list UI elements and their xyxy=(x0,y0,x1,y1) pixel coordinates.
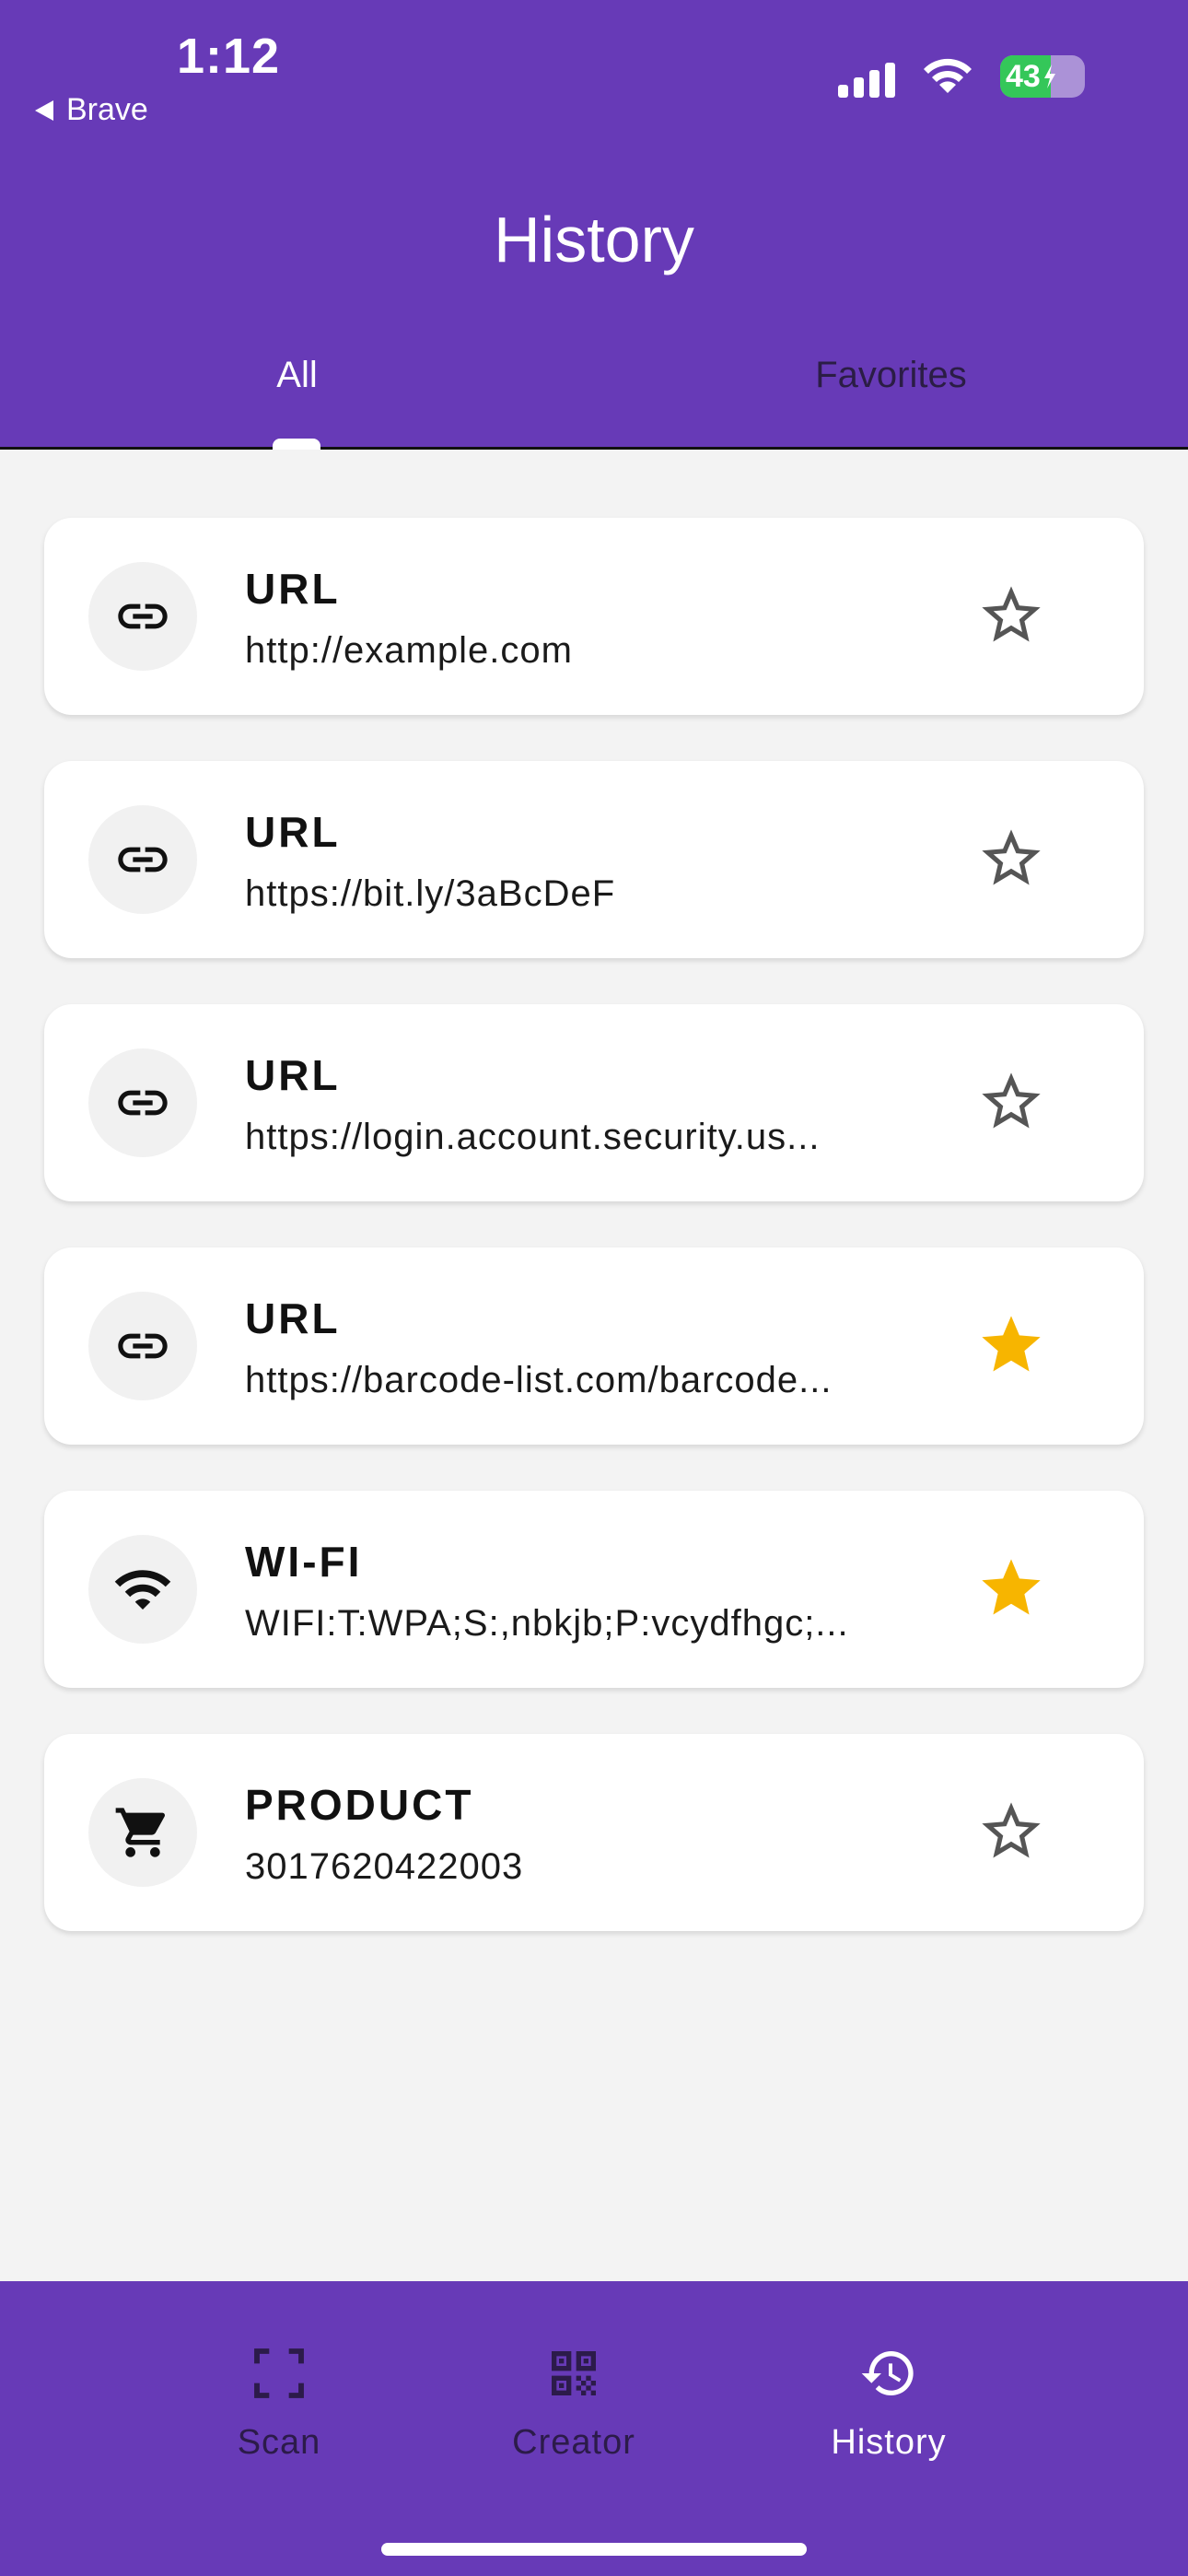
app-header: 1:12 Brave 43 History All Favorites xyxy=(0,0,1188,450)
item-value: https://bit.ly/3aBcDeF xyxy=(245,873,616,914)
bottom-navigation: Scan Creator History xyxy=(0,2281,1188,2576)
qr-code-icon xyxy=(552,2351,596,2395)
history-item[interactable]: URL https://barcode-list.com/barcode... xyxy=(44,1247,1144,1445)
cart-icon xyxy=(88,1778,197,1887)
back-to-app-link[interactable]: Brave xyxy=(35,92,148,128)
link-icon xyxy=(88,805,197,914)
item-value: WIFI:T:WPA;S:,nbkjb;P:vcydfhgc;... xyxy=(245,1603,849,1644)
nav-creator-label: Creator xyxy=(512,2423,635,2462)
scan-icon xyxy=(254,2348,304,2398)
page-title: History xyxy=(494,204,694,275)
item-type: URL xyxy=(245,565,341,613)
charging-bolt-icon xyxy=(1043,64,1055,88)
battery-icon: 43 xyxy=(1000,55,1085,98)
star-outline-icon[interactable] xyxy=(976,1067,1046,1137)
link-icon xyxy=(88,1292,197,1400)
history-item[interactable]: WI-FI WIFI:T:WPA;S:,nbkjb;P:vcydfhgc;... xyxy=(44,1491,1144,1688)
link-icon xyxy=(88,562,197,671)
tab-all[interactable]: All xyxy=(0,355,594,396)
history-list: URL http://example.com URL https://bit.l… xyxy=(44,518,1144,1977)
wifi-icon xyxy=(88,1535,197,1644)
nav-scan[interactable]: Scan xyxy=(169,2281,390,2484)
cellular-signal-icon xyxy=(838,55,895,98)
wifi-status-icon xyxy=(921,56,974,97)
star-filled-icon[interactable] xyxy=(976,1310,1046,1380)
tab-selected-indicator xyxy=(273,439,320,450)
item-value: https://login.account.security.us... xyxy=(245,1117,821,1157)
tab-favorites[interactable]: Favorites xyxy=(594,355,1188,396)
home-indicator xyxy=(381,2543,807,2556)
item-type: PRODUCT xyxy=(245,1781,474,1829)
status-time: 1:12 xyxy=(177,29,281,84)
star-outline-icon[interactable] xyxy=(976,824,1046,894)
history-item[interactable]: URL https://bit.ly/3aBcDeF xyxy=(44,761,1144,958)
link-icon xyxy=(88,1048,197,1157)
battery-level: 43 xyxy=(1006,58,1041,94)
item-value: 3017620422003 xyxy=(245,1846,524,1887)
back-app-label: Brave xyxy=(66,92,148,127)
history-item[interactable]: URL https://login.account.security.us... xyxy=(44,1004,1144,1201)
star-filled-icon[interactable] xyxy=(976,1553,1046,1623)
nav-scan-label: Scan xyxy=(237,2423,321,2462)
item-type: URL xyxy=(245,1051,341,1099)
nav-history[interactable]: History xyxy=(778,2281,999,2484)
item-value: https://barcode-list.com/barcode... xyxy=(245,1360,833,1400)
item-type: WI-FI xyxy=(245,1538,363,1586)
star-outline-icon[interactable] xyxy=(976,580,1046,650)
star-outline-icon[interactable] xyxy=(976,1797,1046,1867)
history-icon xyxy=(861,2351,914,2395)
nav-history-label: History xyxy=(831,2423,947,2462)
item-type: URL xyxy=(245,808,341,856)
back-arrow-icon xyxy=(35,100,53,121)
history-screen: 1:12 Brave 43 History All Favorites URL … xyxy=(0,0,1188,2576)
history-item[interactable]: PRODUCT 3017620422003 xyxy=(44,1734,1144,1931)
history-item[interactable]: URL http://example.com xyxy=(44,518,1144,715)
item-value: http://example.com xyxy=(245,630,573,671)
item-type: URL xyxy=(245,1294,341,1342)
status-indicators: 43 xyxy=(838,55,1085,98)
nav-creator[interactable]: Creator xyxy=(463,2281,684,2484)
